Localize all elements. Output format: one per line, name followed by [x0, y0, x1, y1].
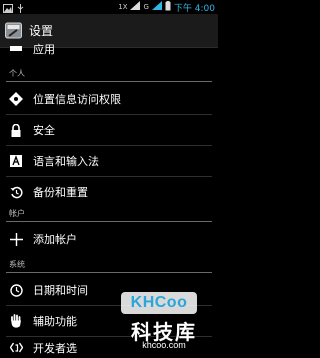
- settings-item-label: 辅助功能: [33, 315, 77, 328]
- settings-item-backup[interactable]: 备份和重置: [0, 177, 218, 207]
- watermark-url: khcoo.com: [142, 340, 186, 350]
- lock-icon: [9, 123, 23, 137]
- status-bar: 1X G 下午 4:00: [0, 0, 218, 14]
- status-time: 下午 4:00: [173, 3, 215, 14]
- network-type-1: 1X: [118, 3, 128, 11]
- plus-icon: [9, 232, 23, 246]
- settings-item-location[interactable]: 位置信息访问权限: [0, 84, 218, 114]
- location-icon: [9, 92, 23, 106]
- section-header-system: 系统: [9, 260, 25, 269]
- settings-app-icon[interactable]: [5, 22, 22, 39]
- section-header-personal: 个人: [9, 69, 25, 78]
- apps-icon: [9, 42, 23, 56]
- clock-icon: [9, 283, 23, 297]
- settings-item-label: 备份和重置: [33, 186, 88, 199]
- settings-item-label: 应用: [33, 43, 55, 56]
- hand-icon: [9, 314, 23, 328]
- settings-item-label: 位置信息访问权限: [33, 93, 121, 106]
- battery-icon: [165, 0, 171, 14]
- settings-item-label: 语言和输入法: [33, 155, 99, 168]
- settings-item-add-account[interactable]: 添加帐户: [0, 224, 218, 254]
- language-keyboard-icon: [9, 154, 23, 168]
- signal-icon-1: [130, 1, 141, 13]
- settings-item-label: 添加帐户: [33, 233, 77, 246]
- section-divider: [6, 221, 212, 222]
- settings-item-label: 安全: [33, 124, 55, 137]
- page-title: 设置: [29, 24, 54, 38]
- section-divider: [6, 81, 212, 82]
- network-type-2: G: [143, 3, 149, 11]
- signal-icon-2: [151, 1, 162, 13]
- settings-item-security[interactable]: 安全: [0, 115, 218, 145]
- watermark: KHCoo 科技库 khcoo.com: [118, 292, 210, 356]
- settings-item-language[interactable]: 语言和输入法: [0, 146, 218, 176]
- settings-item-label: 日期和时间: [33, 284, 88, 297]
- section-header-accounts: 帐户: [9, 209, 25, 218]
- settings-item-apps[interactable]: 应用: [0, 40, 218, 58]
- developer-code-icon: [9, 341, 23, 355]
- watermark-logo: KHCoo: [121, 292, 197, 314]
- settings-item-label: 开发者选: [33, 341, 77, 355]
- backup-restore-icon: [9, 185, 23, 199]
- section-divider: [6, 272, 212, 273]
